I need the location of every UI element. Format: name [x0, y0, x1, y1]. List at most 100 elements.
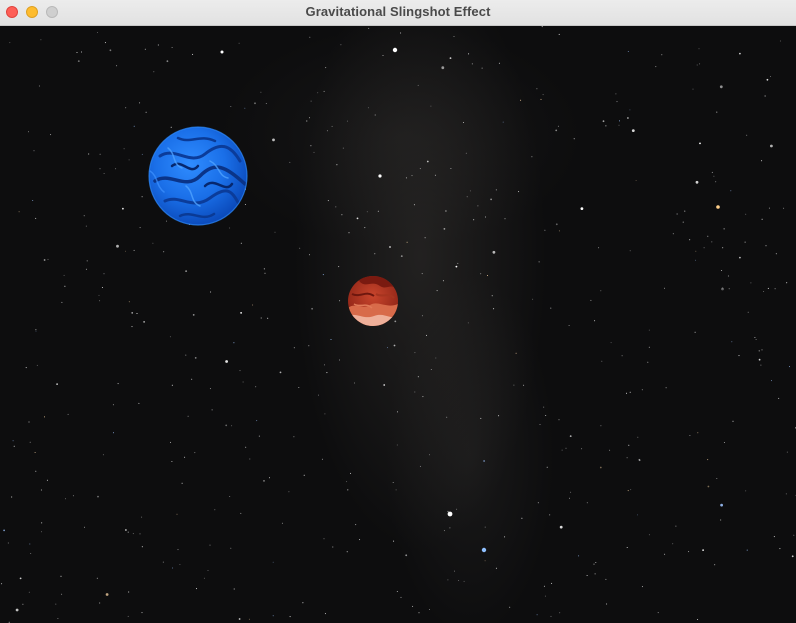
- star: [229, 496, 231, 497]
- star: [143, 321, 146, 323]
- star: [521, 517, 523, 519]
- red-planet[interactable]: [348, 276, 398, 326]
- star: [196, 588, 197, 590]
- star: [102, 454, 104, 456]
- star: [350, 472, 351, 474]
- star: [326, 130, 328, 132]
- star: [495, 567, 497, 569]
- star: [689, 435, 691, 436]
- simulation-canvas[interactable]: [0, 26, 796, 623]
- star: [744, 241, 746, 243]
- star: [38, 85, 40, 87]
- star: [103, 173, 105, 174]
- star: [192, 314, 195, 316]
- star: [258, 435, 260, 437]
- star: [703, 247, 705, 249]
- star: [675, 525, 677, 527]
- star: [265, 103, 267, 104]
- star: [730, 190, 732, 192]
- star: [605, 125, 607, 127]
- star: [396, 591, 398, 592]
- star: [269, 477, 270, 479]
- star: [413, 204, 415, 206]
- star: [635, 180, 637, 181]
- star: [541, 26, 543, 28]
- star: [211, 409, 213, 411]
- star: [346, 120, 348, 122]
- star: [498, 62, 500, 64]
- star: [746, 549, 748, 551]
- star: [341, 214, 343, 216]
- bright-star: [392, 47, 398, 53]
- star: [711, 171, 713, 173]
- star: [166, 60, 169, 63]
- star: [289, 161, 291, 163]
- star: [209, 544, 211, 546]
- star: [443, 530, 445, 532]
- star: [153, 71, 155, 73]
- star: [601, 360, 603, 362]
- star: [44, 416, 45, 418]
- star: [688, 551, 690, 553]
- star: [233, 588, 235, 590]
- star: [628, 444, 630, 446]
- star: [594, 320, 596, 322]
- star: [377, 210, 379, 212]
- star: [627, 51, 629, 52]
- star: [449, 57, 452, 59]
- star: [773, 536, 775, 538]
- star: [707, 459, 709, 461]
- star: [330, 339, 332, 340]
- star: [405, 554, 408, 557]
- star: [537, 502, 539, 504]
- star: [463, 580, 465, 582]
- star: [139, 227, 141, 229]
- star: [18, 211, 20, 213]
- star: [758, 358, 761, 361]
- star: [789, 366, 790, 368]
- star: [279, 371, 282, 374]
- window-title: Gravitational Slingshot Effect: [305, 4, 491, 19]
- star: [536, 88, 538, 90]
- star: [209, 388, 211, 390]
- star: [72, 495, 74, 497]
- star: [761, 349, 763, 351]
- star: [231, 425, 233, 427]
- star: [274, 231, 276, 233]
- star: [238, 42, 240, 44]
- star: [627, 117, 629, 119]
- star: [272, 138, 275, 142]
- star: [414, 352, 416, 354]
- star: [162, 561, 164, 563]
- star: [240, 512, 242, 514]
- star: [125, 107, 127, 109]
- star: [367, 107, 369, 109]
- star: [453, 36, 455, 37]
- star: [586, 502, 588, 504]
- star: [723, 228, 725, 230]
- star: [29, 441, 31, 443]
- star: [490, 198, 492, 201]
- star: [421, 273, 423, 275]
- star: [324, 413, 326, 415]
- blue-planet[interactable]: [148, 126, 248, 226]
- star: [770, 144, 773, 148]
- star: [477, 205, 479, 207]
- star: [761, 160, 763, 162]
- title-bar[interactable]: Gravitational Slingshot Effect: [0, 0, 796, 26]
- star: [485, 216, 486, 218]
- star: [454, 570, 455, 572]
- star: [322, 274, 324, 276]
- star: [267, 317, 269, 319]
- star: [382, 55, 384, 56]
- star: [676, 213, 678, 215]
- star: [682, 221, 684, 223]
- star: [746, 134, 748, 136]
- star: [417, 376, 419, 378]
- star: [133, 249, 135, 251]
- star: [661, 54, 663, 56]
- star: [122, 207, 124, 210]
- star: [40, 489, 42, 491]
- star: [791, 555, 794, 558]
- star: [77, 60, 80, 62]
